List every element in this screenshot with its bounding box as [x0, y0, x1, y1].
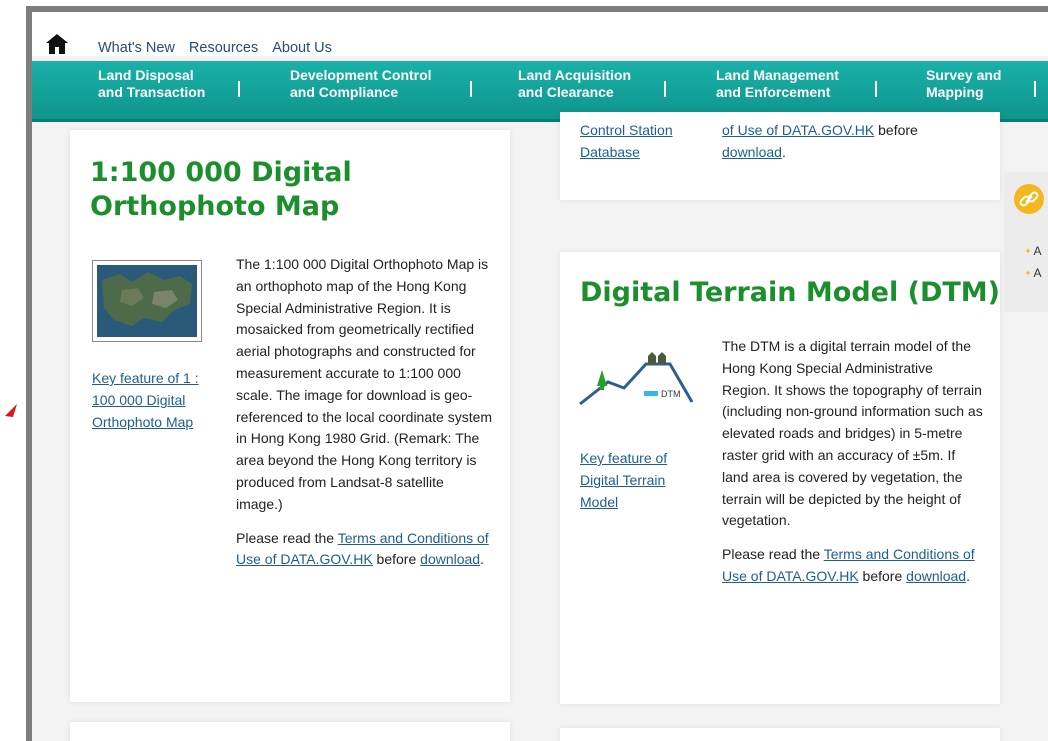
menu-item-label: Land Management — [716, 67, 839, 83]
browser-viewport: What's New Resources About Us Land Dispo… — [26, 6, 1048, 741]
card-partial-top-right: Control Station Database of Use of DATA.… — [560, 112, 1000, 200]
key-feature-dtm-link[interactable]: Key feature of Digital Terrain Model — [580, 448, 690, 513]
card-description: The 1:100 000 Digital Orthophoto Map is … — [236, 254, 494, 583]
card-title: 1:100 000 Digital Orthophoto Map — [90, 156, 352, 224]
description-text: The DTM is a digital terrain model of th… — [722, 338, 983, 529]
page-content: Control Station Database of Use of DATA.… — [32, 112, 1048, 741]
menu-item-label: and Enforcement — [716, 84, 831, 100]
menu-item-development-control[interactable]: Development Control and Compliance — [290, 67, 432, 101]
menu-item-label: Mapping — [926, 84, 984, 100]
terms-after-text: before — [874, 122, 918, 138]
menu-item-label: Development Control — [290, 67, 432, 83]
about-us-link[interactable]: About Us — [272, 40, 332, 56]
card-orthophoto-map: 1:100 000 Digital Orthophoto Map Key fea… — [70, 130, 510, 702]
download-link[interactable]: download — [420, 551, 480, 567]
download-link[interactable]: download — [722, 144, 782, 160]
title-line: 1:100 000 Digital — [90, 157, 352, 188]
menu-item-land-management[interactable]: Land Management and Enforcement — [716, 67, 839, 101]
terms-link[interactable]: of Use of DATA.GOV.HK — [722, 122, 874, 138]
side-bullet-text: A — [1033, 244, 1042, 258]
menu-item-survey-mapping[interactable]: Survey and Mapping — [926, 67, 1001, 101]
side-bullet-text: A — [1033, 266, 1042, 280]
terms-before-text: Please read the — [236, 529, 338, 546]
related-links-panel: • A • A — [1004, 172, 1048, 312]
card-partial-bottom-left — [70, 722, 510, 741]
menu-item-label: and Compliance — [290, 84, 399, 100]
terms-paragraph: Please read the Terms and Conditions of … — [236, 528, 494, 572]
period-text: . — [781, 143, 786, 160]
menu-item-land-acquisition[interactable]: Land Acquisition and Clearance — [518, 67, 631, 101]
menu-item-label: and Clearance — [518, 84, 614, 100]
terms-after-text: before — [372, 551, 421, 568]
orthophoto-thumbnail[interactable] — [92, 260, 202, 342]
menu-separator — [875, 81, 877, 97]
period-text: . — [966, 567, 970, 584]
period-text: . — [480, 551, 484, 568]
home-icon[interactable] — [46, 34, 68, 54]
menu-separator — [664, 81, 666, 97]
partial-terms-text: of Use of DATA.GOV.HK before download. — [722, 120, 918, 164]
top-navigation: What's New Resources About Us — [32, 12, 1048, 56]
menu-item-label: and Transaction — [98, 84, 206, 100]
menu-item-land-disposal[interactable]: Land Disposal and Transaction — [98, 67, 205, 101]
card-partial-bottom-right — [560, 728, 1000, 741]
link-icon[interactable] — [1014, 184, 1044, 214]
dtm-icon[interactable]: DTM — [578, 352, 694, 412]
menu-separator — [238, 81, 240, 97]
side-bullet-item[interactable]: • A — [1026, 244, 1042, 258]
menu-item-label: Land Acquisition — [518, 67, 632, 83]
control-station-database-link[interactable]: Control Station Database — [580, 122, 673, 160]
card-description: The DTM is a digital terrain model of th… — [722, 336, 984, 600]
download-link[interactable]: download — [906, 568, 966, 584]
card-title: Digital Terrain Model (DTM) — [580, 277, 1000, 308]
top-links: What's New Resources About Us — [98, 40, 332, 56]
description-text: The 1:100 000 Digital Orthophoto Map is … — [236, 256, 493, 512]
menu-item-label: Land Disposal — [98, 67, 194, 83]
side-bullet-item[interactable]: • A — [1026, 266, 1042, 280]
dtm-icon-label: DTM — [661, 389, 681, 399]
link-text: Control Station — [580, 122, 673, 138]
terms-paragraph: Please read the Terms and Conditions of … — [722, 544, 984, 588]
menu-item-label: Survey and — [926, 67, 1002, 83]
terms-before-text: Please read the — [722, 546, 824, 563]
title-line: Orthophoto Map — [90, 191, 340, 222]
card-digital-terrain-model: Digital Terrain Model (DTM) DTM Key feat… — [560, 252, 1000, 704]
menu-separator — [1034, 81, 1036, 97]
link-text: Database — [580, 143, 640, 160]
resources-link[interactable]: Resources — [189, 40, 258, 56]
whats-new-link[interactable]: What's New — [98, 40, 175, 56]
key-feature-orthophoto-link[interactable]: Key feature of 1 : 100 000 Digital Ortho… — [92, 368, 212, 433]
menu-separator — [470, 81, 472, 97]
terms-after-text: before — [858, 567, 907, 584]
red-arrow-icon — [5, 404, 17, 417]
